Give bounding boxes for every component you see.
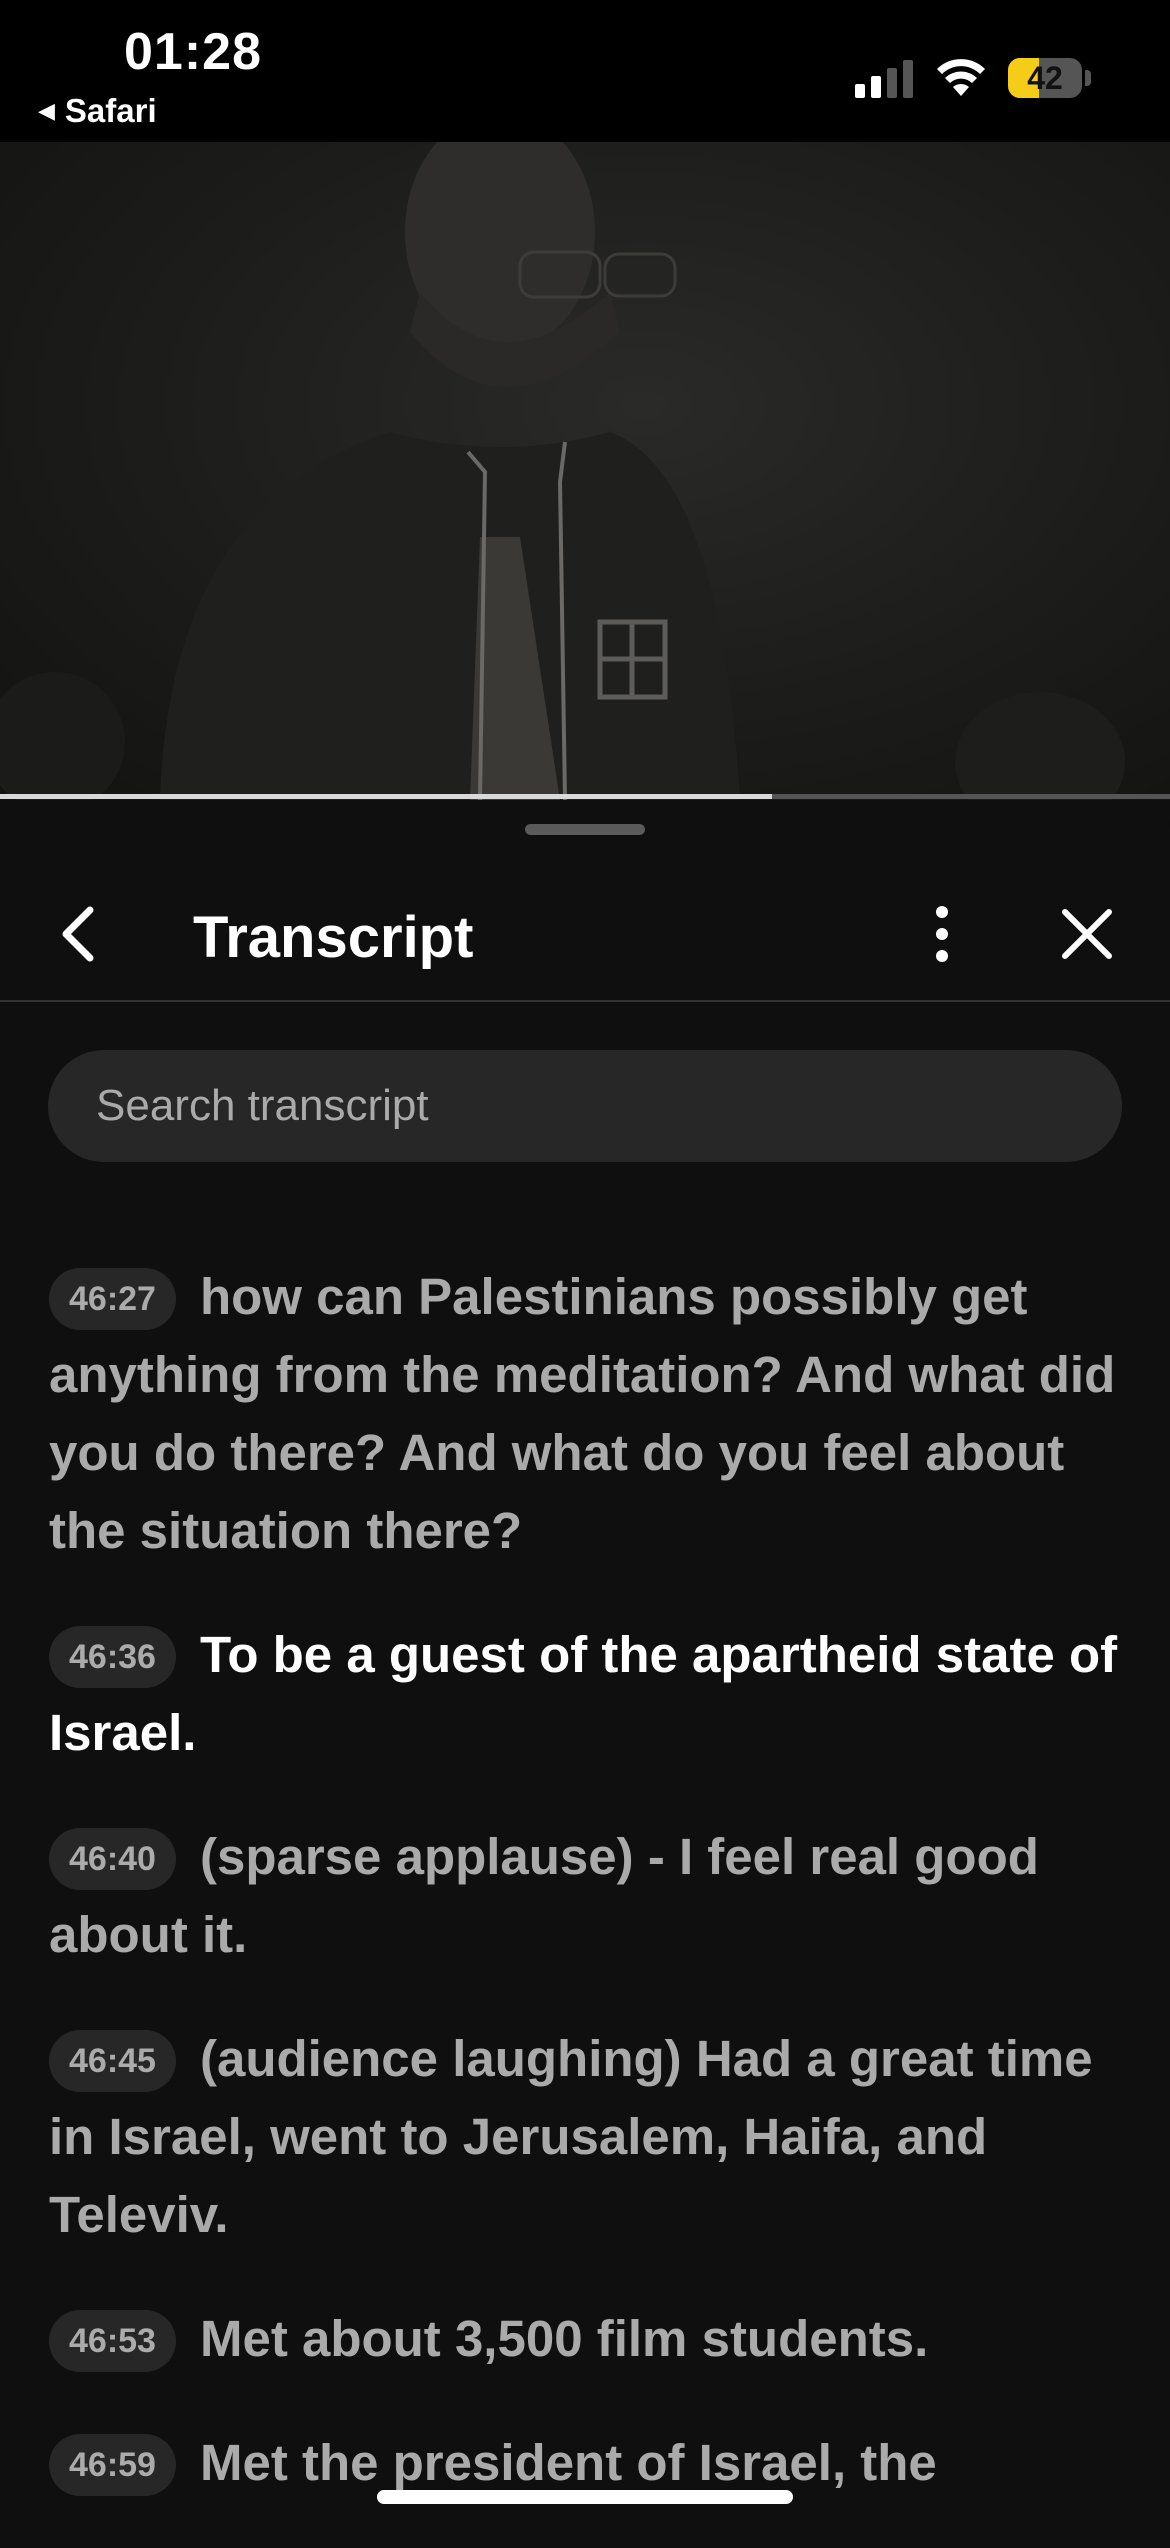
close-icon[interactable] [1055,902,1119,966]
segment-text: (audience laughing) Had a great time in … [49,2030,1093,2243]
home-indicator [377,2490,793,2504]
video-frame [0,142,1125,800]
transcript-list: 46:27 how can Palestinians possibly get a… [49,1258,1124,2548]
video-progress-bar[interactable] [0,794,1170,799]
transcript-segment[interactable]: 46:53 Met about 3,500 film students. [49,2300,1124,2378]
status-bar: 01:28 ◀ Safari 42 [0,0,1170,142]
segment-text: how can Palestinians possibly get anythi… [49,1268,1116,1559]
segment-timestamp[interactable]: 46:27 [49,1268,176,1330]
drag-handle[interactable] [525,824,645,835]
chevron-left-icon[interactable] [48,902,112,966]
back-triangle-icon: ◀ [38,98,55,123]
transcript-segment[interactable]: 46:36 To be a guest of the apartheid stat… [49,1616,1124,1772]
back-app-label: Safari [64,92,157,129]
battery-cap [1085,70,1091,86]
status-time: 01:28 [124,23,262,81]
segment-text: To be a guest of the apartheid state of … [49,1626,1118,1761]
panel-title: Transcript [193,905,474,970]
wifi-icon [937,59,985,96]
header-divider [0,1000,1170,1002]
battery-percent: 42 [1027,60,1063,96]
segment-text: (sparse applause) - I feel real good abo… [49,1828,1039,1963]
transcript-panel: Transcript 46:27how can Palestinians pos… [0,800,1170,2532]
video-player[interactable] [0,142,1170,800]
transcript-header: Transcript [0,860,1170,1000]
video-progress-fill [0,794,773,799]
segment-timestamp[interactable]: 46:53 [49,2310,176,2372]
more-vertical-icon[interactable] [915,902,969,966]
transcript-segment[interactable]: 46:45 (audience laughing) Had a great tim… [49,2020,1124,2254]
search-transcript-input[interactable] [48,1050,1122,1162]
segment-timestamp[interactable]: 46:59 [49,2434,176,2496]
segment-timestamp[interactable]: 46:40 [49,1828,176,1890]
cellular-signal-icon [855,60,913,98]
segment-text: Met about 3,500 film students. [199,2310,929,2367]
segment-text: Met the president of Israel, the [199,2434,937,2491]
back-to-safari-link[interactable]: ◀ Safari [38,92,157,130]
transcript-segment[interactable]: 46:40 (sparse applause) - I feel real goo… [49,1818,1124,1974]
battery-icon: 42 [1008,58,1082,98]
segment-timestamp[interactable]: 46:45 [49,2030,176,2092]
transcript-segment[interactable]: 46:27 how can Palestinians possibly get a… [49,1258,1124,1570]
segment-timestamp[interactable]: 46:36 [49,1626,176,1688]
